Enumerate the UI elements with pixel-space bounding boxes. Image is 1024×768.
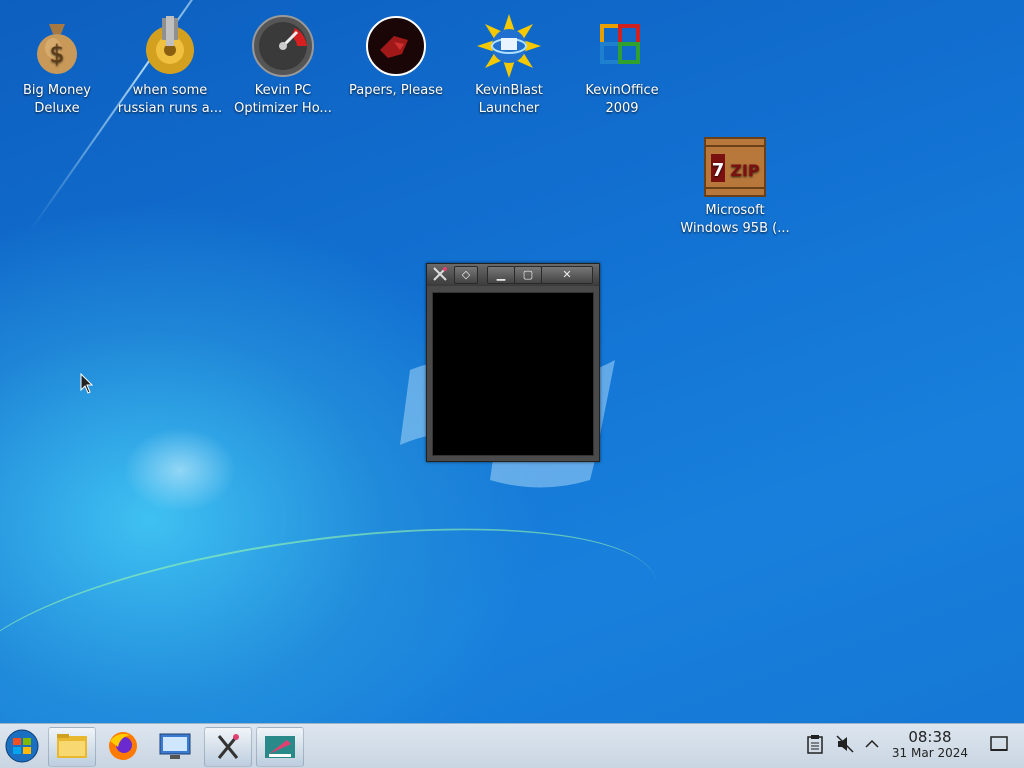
desktop-icon-microsoft-windows-95b[interactable]: 7 ZIP Microsoft Windows 95B (...	[680, 128, 790, 238]
desktop-icon-papers-please[interactable]: Papers, Please	[341, 8, 451, 100]
taskbar-file-manager[interactable]	[48, 727, 96, 767]
svg-text:ZIP: ZIP	[730, 161, 760, 180]
office-icon	[590, 14, 654, 78]
svg-text:$: $	[49, 40, 64, 68]
desktop-icon-kevinoffice-2009[interactable]: KevinOffice 2009	[567, 8, 677, 118]
taskbar-firefox[interactable]	[100, 727, 146, 765]
gear-icon	[138, 14, 202, 78]
desktop-icon-russian[interactable]: when some russian runs a...	[115, 8, 225, 118]
taskbar-paint[interactable]	[256, 727, 304, 767]
volume-muted-icon[interactable]	[836, 734, 854, 758]
icon-label: Big Money Deluxe	[22, 83, 91, 116]
mouse-cursor-icon	[80, 373, 94, 394]
clipboard-icon[interactable]	[806, 734, 824, 758]
keep-above-button[interactable]: ◇	[454, 266, 478, 284]
app-window[interactable]: ◇ ▁ ▢ ✕	[426, 263, 600, 462]
control-panel-icon	[159, 733, 191, 759]
app-menu-icon[interactable]	[430, 266, 450, 282]
paint-icon	[265, 736, 295, 758]
clock[interactable]: 08:38 31 Mar 2024	[892, 728, 968, 760]
papers-please-icon	[364, 14, 428, 78]
speedometer-icon	[251, 14, 315, 78]
desktop-icon-big-money-deluxe[interactable]: $ Big Money Deluxe	[2, 8, 112, 118]
svg-text:7: 7	[712, 160, 725, 181]
window-content[interactable]	[432, 292, 594, 456]
clock-date: 31 Mar 2024	[891, 746, 968, 760]
maximize-button[interactable]: ▢	[514, 266, 542, 284]
desktop-icon-kevinblast-launcher[interactable]: KevinBlast Launcher	[454, 8, 564, 118]
close-button[interactable]: ✕	[541, 266, 593, 284]
start-orb-icon	[5, 729, 39, 763]
icon-label: Microsoft Windows 95B (...	[680, 203, 790, 236]
icon-label: KevinOffice 2009	[585, 83, 659, 116]
globe-disc-icon	[477, 14, 541, 78]
file-manager-icon	[57, 734, 87, 758]
icon-label: Kevin PC Optimizer Ho...	[234, 83, 332, 116]
start-button[interactable]	[0, 727, 46, 765]
taskbar-control-panel[interactable]	[152, 727, 198, 765]
x-terminal-icon	[217, 734, 239, 759]
firefox-icon	[109, 732, 137, 760]
taskbar-x-terminal[interactable]	[204, 727, 252, 767]
minimize-button[interactable]: ▁	[487, 266, 515, 284]
chevron-up-icon[interactable]	[864, 734, 880, 758]
icon-label: Papers, Please	[348, 83, 444, 98]
show-desktop-icon[interactable]	[990, 734, 1008, 758]
clock-time: 08:38	[908, 728, 952, 746]
icon-label: when some russian runs a...	[117, 83, 223, 116]
taskbar: 08:38 31 Mar 2024	[0, 723, 1024, 768]
7zip-crate-icon: 7 ZIP	[703, 134, 767, 198]
money-bag-icon: $	[25, 14, 89, 78]
window-titlebar[interactable]: ◇ ▁ ▢ ✕	[427, 264, 599, 286]
icon-label: KevinBlast Launcher	[475, 83, 543, 116]
desktop-icon-kevin-pc-optimizer[interactable]: Kevin PC Optimizer Ho...	[228, 8, 338, 118]
